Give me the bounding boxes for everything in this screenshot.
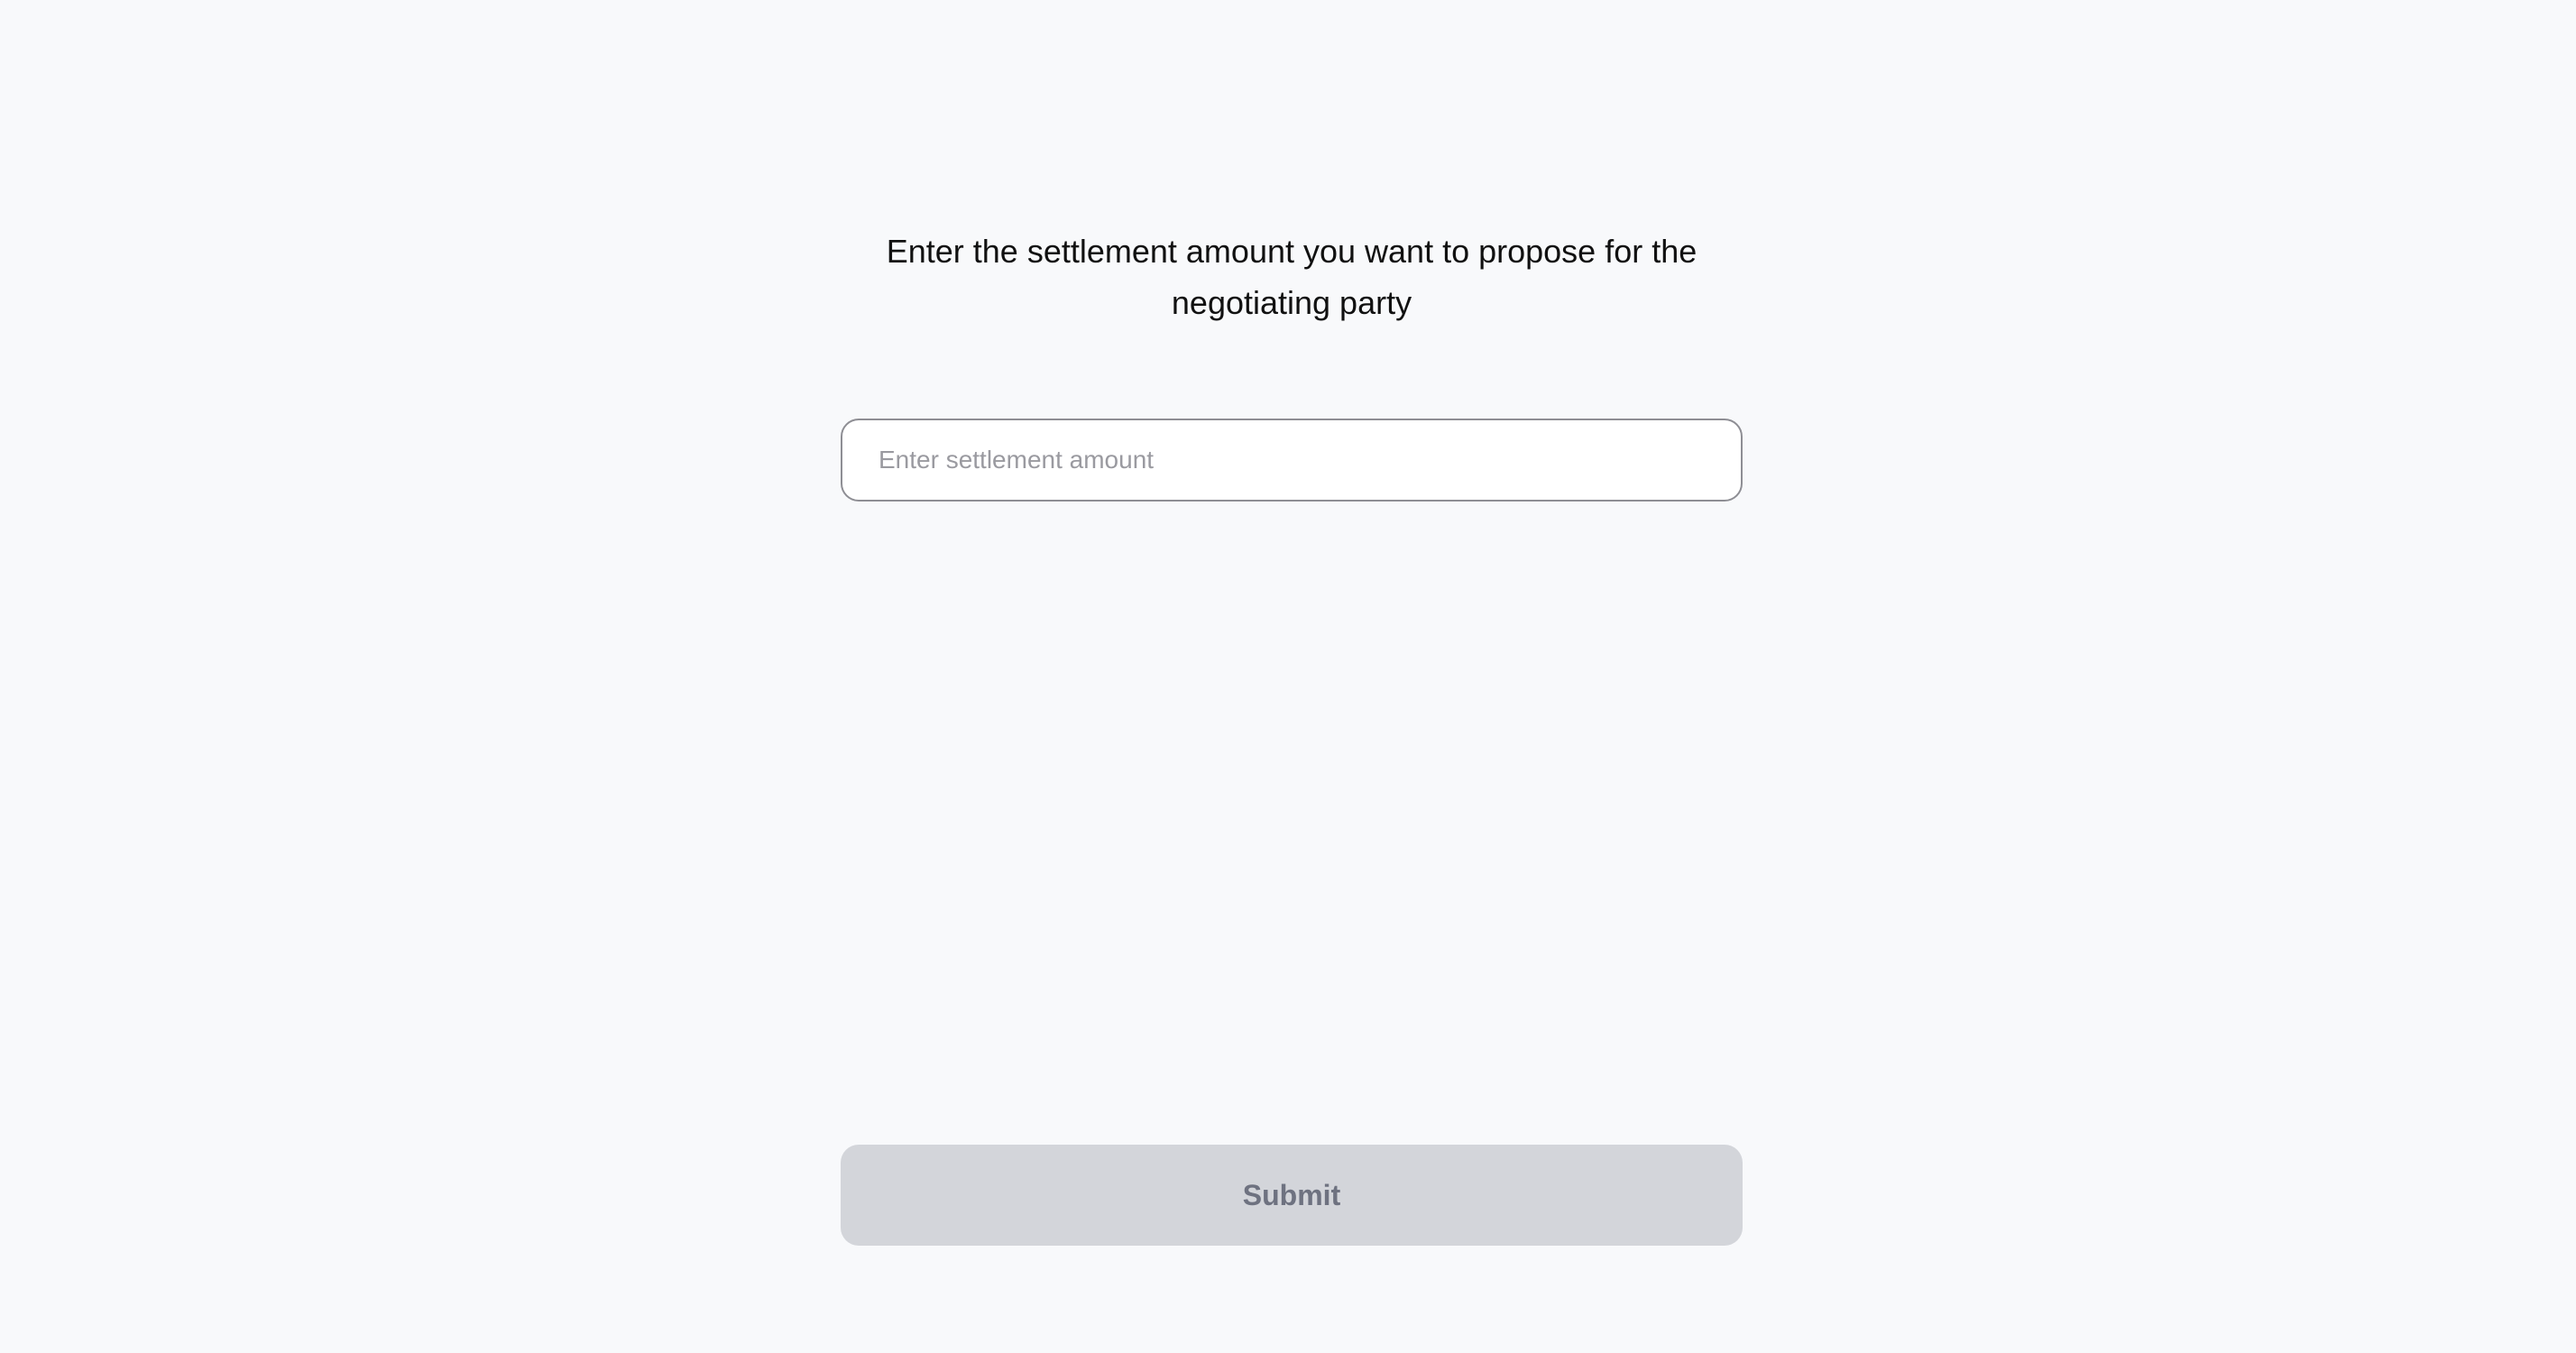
- settlement-prompt: Enter the settlement amount you want to …: [886, 233, 1697, 321]
- submit-button[interactable]: Submit: [841, 1145, 1743, 1246]
- settlement-amount-input[interactable]: [841, 419, 1743, 502]
